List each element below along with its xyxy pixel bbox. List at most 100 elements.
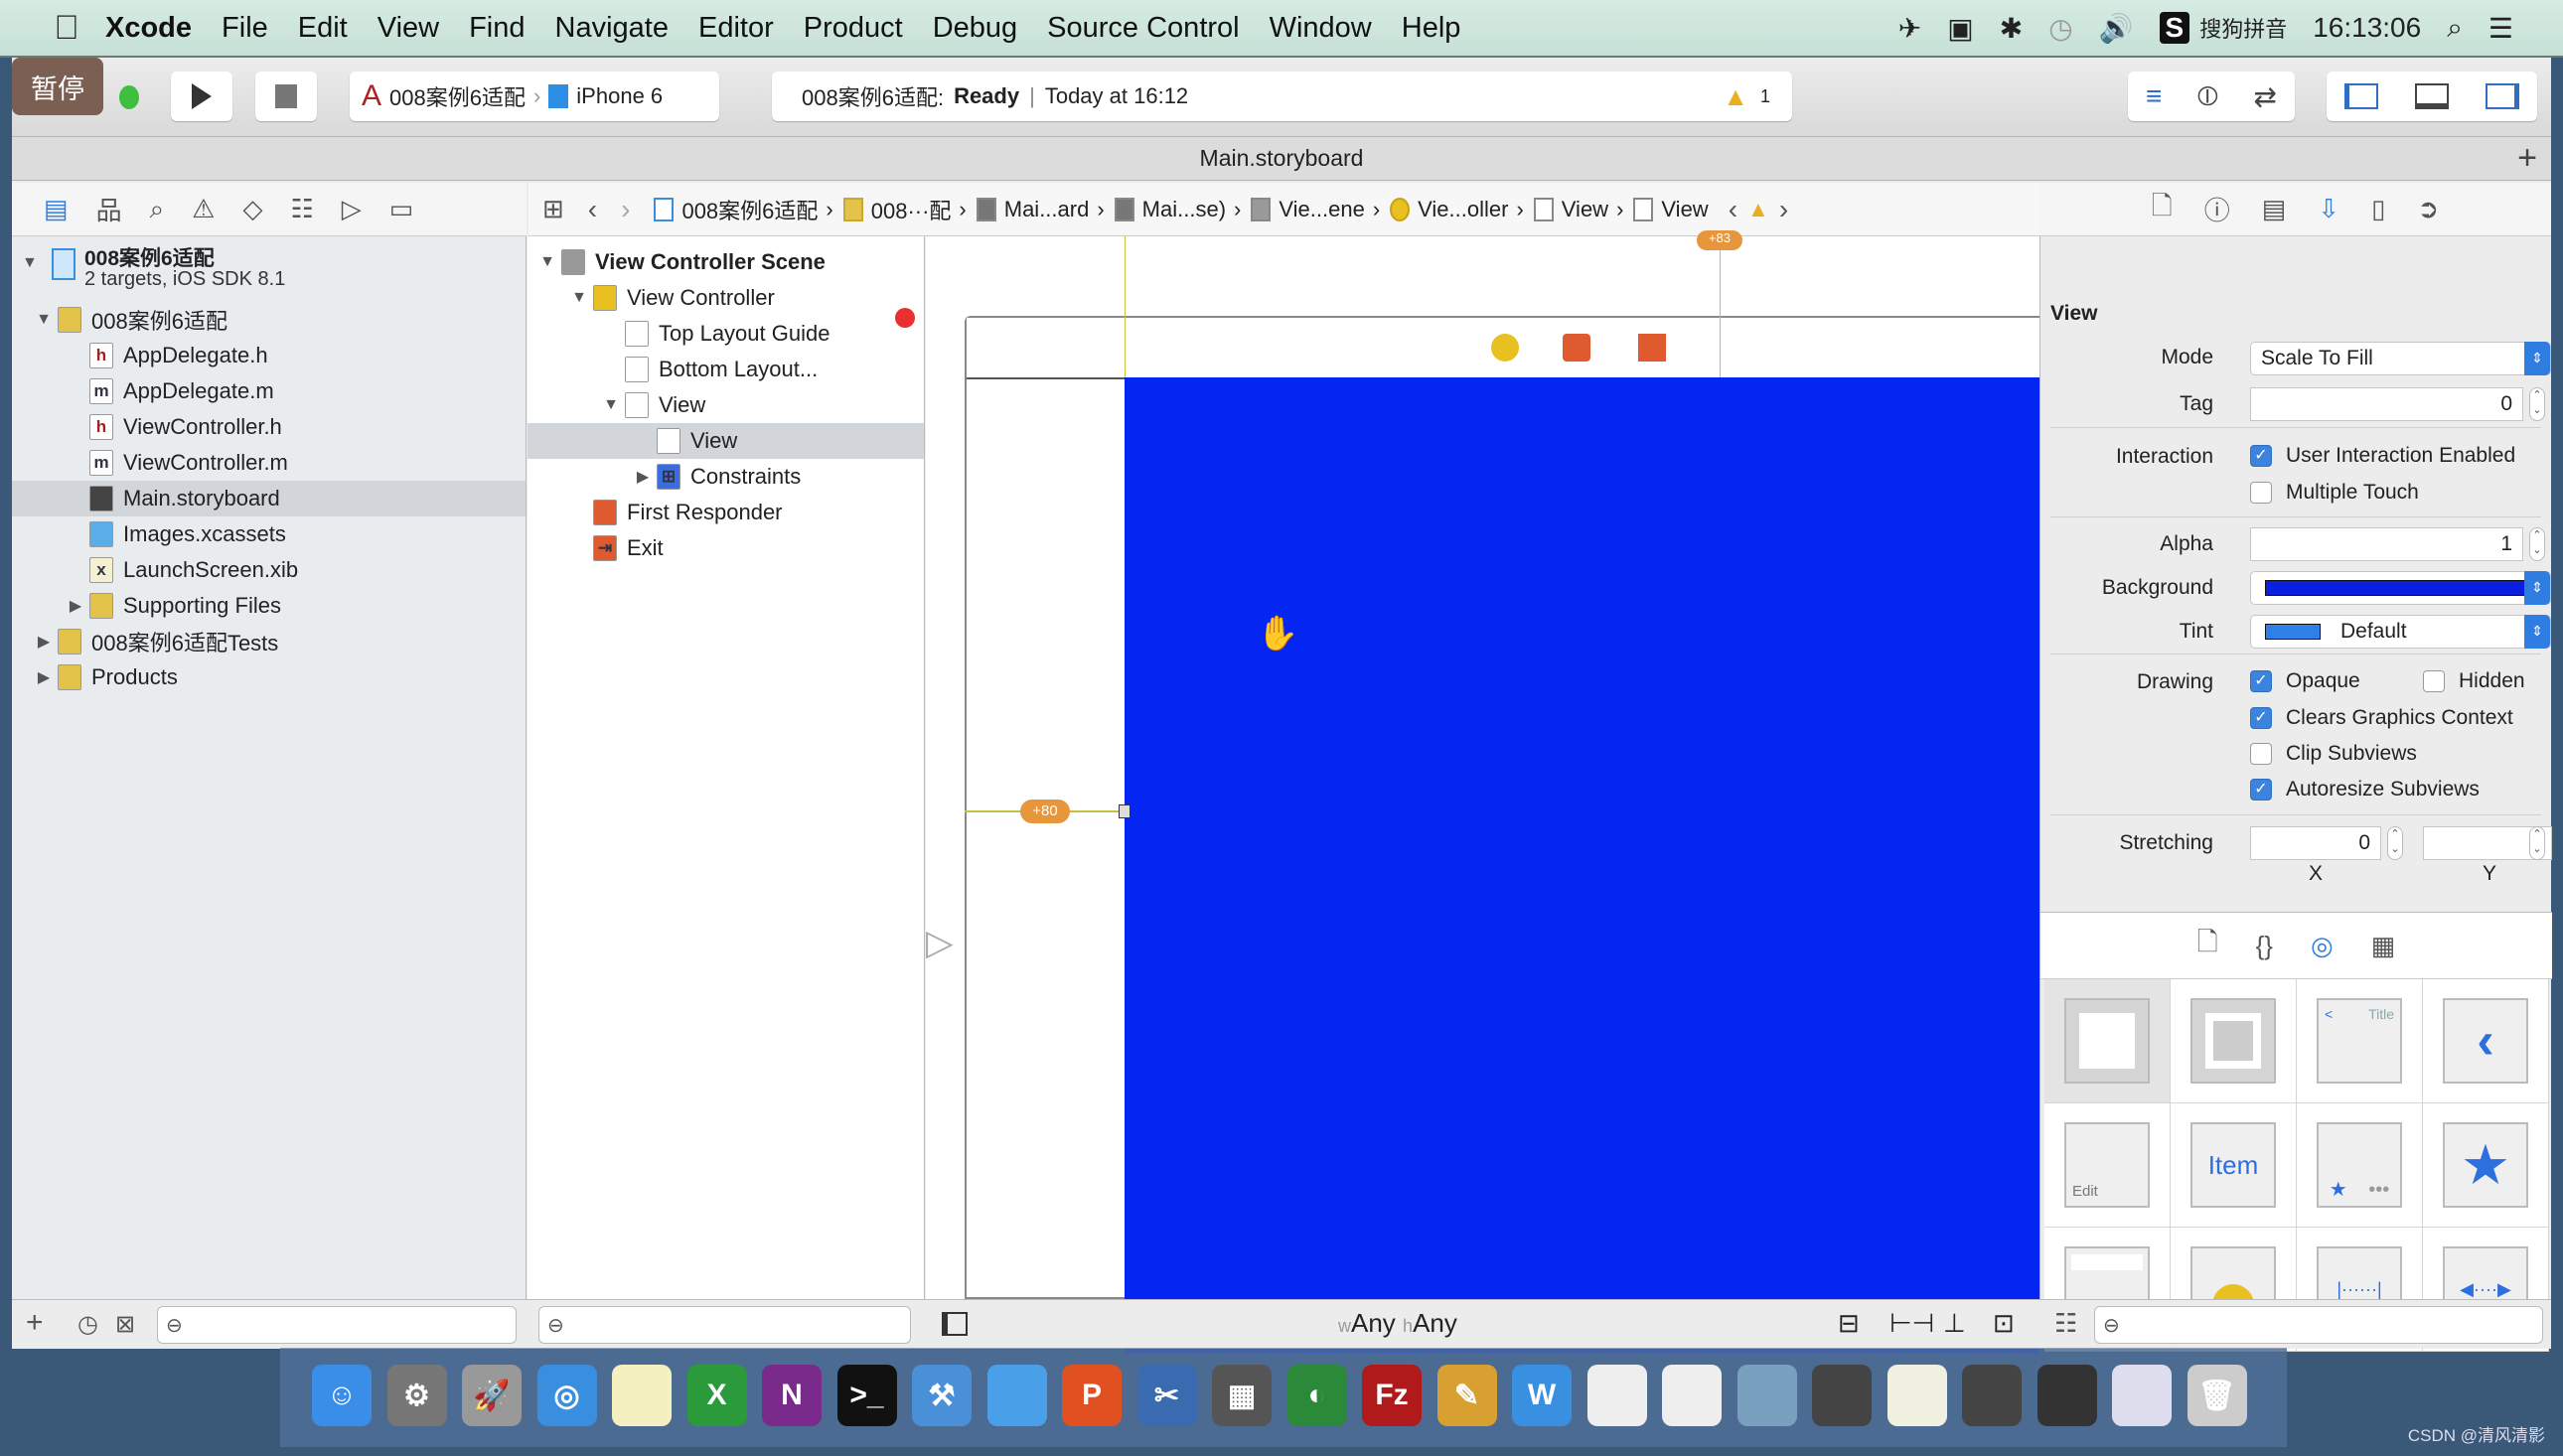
pin-button[interactable]: ⊢⊣ [1889, 1308, 1934, 1339]
tree-row-viewcontroller-h[interactable]: h ViewController.h [12, 409, 526, 445]
dock-app-system-preferences[interactable]: ⚙ [386, 1365, 447, 1426]
dock-app-screen-4[interactable] [2036, 1365, 2097, 1426]
tree-row-view[interactable]: View [528, 423, 924, 459]
code-snippet-library-icon[interactable]: {} [2256, 931, 2273, 961]
version-editor-icon[interactable]: ⇄ [2254, 80, 2277, 113]
menu-xcode[interactable]: Xcode [85, 12, 207, 45]
tree-row-viewcontroller-m[interactable]: m ViewController.m [12, 445, 526, 481]
project-navigator-icon[interactable]: ▤ [44, 194, 69, 224]
library-list-view-icon[interactable]: ☷ [2054, 1308, 2077, 1339]
file-template-library-icon[interactable]: 🗋 [2197, 924, 2218, 967]
dock-app-finder-folder[interactable] [986, 1365, 1047, 1426]
sogou-icon[interactable]: S [2159, 12, 2190, 44]
crumb-subview[interactable]: View [1633, 197, 1709, 222]
dock-app-app[interactable]: ◐ [1286, 1365, 1347, 1426]
menu-help[interactable]: Help [1387, 12, 1476, 45]
menu-file[interactable]: File [207, 12, 283, 45]
forward-button[interactable]: › [621, 194, 630, 225]
dock-app-preview[interactable] [1736, 1365, 1797, 1426]
tag-field[interactable]: 0 [2250, 387, 2523, 421]
library-tile-tab-bar[interactable]: ★ ••• [2297, 1103, 2423, 1228]
alpha-field[interactable]: 1 [2250, 527, 2523, 561]
crumb-group[interactable]: 008···配 › [842, 194, 967, 225]
library-tile-back[interactable]: ‹ [2423, 979, 2549, 1103]
test-navigator-icon[interactable]: ◇ [242, 194, 262, 224]
dock-app-document[interactable] [1586, 1365, 1647, 1426]
tree-row-bottom-layout-[interactable]: Bottom Layout... [528, 352, 924, 387]
dock-app-notes[interactable] [612, 1365, 672, 1426]
dock-app-scissors[interactable]: ✂ [1136, 1365, 1197, 1426]
warning-icon[interactable]: ▲ [1723, 81, 1748, 112]
library-tile-navigation-controller[interactable] [2171, 979, 2297, 1103]
dock-app-finder[interactable]: ☺ [312, 1365, 372, 1426]
dock-app-powerpoint[interactable]: P [1062, 1365, 1122, 1426]
add-tab-button[interactable]: + [2517, 139, 2537, 178]
library-tile-view-controller[interactable] [2044, 979, 2171, 1103]
toggle-utilities-icon[interactable] [2485, 83, 2519, 109]
toggle-debug-icon[interactable] [2414, 83, 2449, 109]
resize-handle[interactable] [1119, 804, 1131, 818]
outline-collapse-handle[interactable]: ▷ [926, 922, 954, 963]
dock-app-safari[interactable]: ◎ [536, 1365, 597, 1426]
dock-app-xcode[interactable]: ⚒ [912, 1365, 972, 1426]
tree-row-008-6-[interactable]: ▼ 008案例6适配 [12, 302, 526, 338]
spotlight-icon[interactable]: ⌕ [2447, 12, 2463, 45]
multiple-touch-checkbox[interactable]: Multiple Touch [2250, 481, 2419, 505]
warning-icon[interactable]: ▲ [1747, 197, 1769, 222]
media-library-icon[interactable]: ▦ [2371, 931, 2396, 961]
dock-app-excel[interactable]: X [686, 1365, 747, 1426]
disclosure-triangle-icon[interactable]: ▼ [537, 253, 557, 271]
tree-row-view[interactable]: ▼ View [528, 387, 924, 423]
scm-filter-icon[interactable]: ⊠ [115, 1310, 135, 1339]
tree-row-008-6-tests[interactable]: ▶ 008案例6适配Tests [12, 624, 526, 659]
crumb-storyboard[interactable]: Mai...ard › [976, 197, 1105, 222]
disclosure-triangle-icon[interactable]: ▶ [633, 467, 653, 487]
report-navigator-icon[interactable]: ▭ [389, 194, 414, 224]
crumb-view-controller[interactable]: Vie...oller › [1390, 197, 1524, 222]
dock-app-terminal[interactable]: >_ [836, 1365, 897, 1426]
stretching-x-field[interactable]: 0 [2250, 826, 2381, 860]
tree-row-top-layout-guide[interactable]: Top Layout Guide [528, 316, 924, 352]
selected-view[interactable] [1125, 377, 2039, 1354]
identity-inspector-icon[interactable]: ▤ [2262, 194, 2287, 224]
tree-row-view-controller-scene[interactable]: ▼ View Controller Scene [528, 244, 924, 280]
disclosure-triangle[interactable]: ▼ [22, 254, 38, 272]
tree-row-view-controller[interactable]: ▼ View Controller [528, 280, 924, 316]
size-inspector-icon[interactable]: ▯ [2371, 194, 2385, 224]
assistant-editor-icon[interactable]: ⦶ [2197, 80, 2217, 113]
disclosure-triangle-icon[interactable]: ▼ [34, 311, 54, 329]
background-color-select[interactable]: ⇕ [2250, 571, 2551, 605]
library-filter-input[interactable]: ⊖ [2094, 1306, 2543, 1344]
stretching-y-stepper[interactable]: ⌃ ⌄ [2529, 826, 2545, 860]
debug-navigator-icon[interactable]: ☷ [290, 194, 313, 224]
tab-main-storyboard[interactable]: Main.storyboard [1200, 145, 1364, 172]
library-tile-edit[interactable]: Edit [2044, 1103, 2171, 1228]
file-inspector-icon[interactable]: 🗋 [2152, 188, 2173, 231]
constraint-left-badge[interactable]: +80 [1020, 800, 1070, 823]
clip-subviews-checkbox[interactable]: Clip Subviews [2250, 742, 2417, 766]
quick-help-icon[interactable]: ⓘ [2204, 191, 2230, 227]
menu-editor[interactable]: Editor [683, 12, 789, 45]
screen-record-icon[interactable]: ▣ [1947, 12, 1973, 45]
find-navigator-icon[interactable]: ⌕ [150, 194, 165, 225]
related-items-icon[interactable]: ⊞ [542, 194, 564, 224]
next-issue-button[interactable]: › [1779, 194, 1788, 225]
constraint-top-badge[interactable]: +83 [1697, 230, 1742, 250]
outline-filter-input[interactable]: ⊖ [538, 1306, 911, 1344]
notification-center-icon[interactable]: ☰ [2488, 12, 2513, 45]
stretching-x-stepper[interactable]: ⌃ ⌄ [2387, 826, 2403, 860]
tree-row-supporting-files[interactable]: ▶ Supporting Files [12, 588, 526, 624]
menu-window[interactable]: Window [1255, 12, 1387, 45]
tree-row-images-xcassets[interactable]: Images.xcassets [12, 516, 526, 552]
dock-app-screen-1[interactable] [1812, 1365, 1872, 1426]
dock-app-launchpad[interactable]: 🚀 [462, 1365, 522, 1426]
clock[interactable]: 16:13:06 [2313, 12, 2421, 44]
menu-navigate[interactable]: Navigate [540, 12, 683, 45]
scheme-selector[interactable]: A 008案例6适配 › iPhone 6 [350, 72, 719, 121]
disclosure-triangle-icon[interactable]: ▶ [34, 632, 54, 652]
device-name[interactable]: iPhone 6 [576, 83, 663, 109]
dock-app-screen-2[interactable] [1886, 1365, 1947, 1426]
menu-source-control[interactable]: Source Control [1032, 12, 1254, 45]
symbol-navigator-icon[interactable]: 品 [96, 191, 122, 227]
menu-find[interactable]: Find [454, 12, 539, 45]
